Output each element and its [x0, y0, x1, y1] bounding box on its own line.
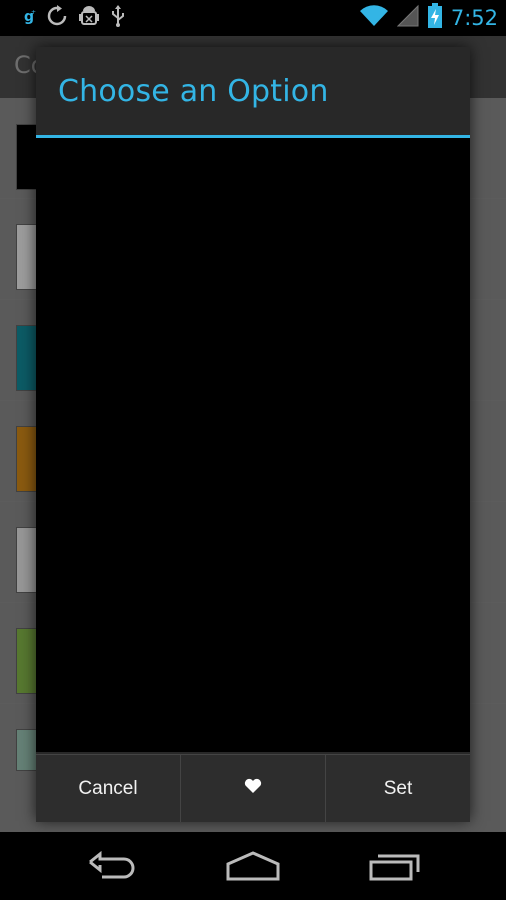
sync-icon: [46, 5, 68, 31]
battery-charging-icon: [427, 3, 443, 33]
set-button-label: Set: [383, 777, 413, 799]
navigation-bar: [0, 832, 506, 900]
home-icon[interactable]: [225, 850, 281, 886]
heart-icon: [244, 778, 262, 800]
set-button[interactable]: Set: [326, 755, 470, 822]
choose-option-dialog: Choose an Option Cancel Set: [36, 47, 470, 822]
notification-icons: g +: [22, 4, 126, 32]
svg-text:+: +: [31, 9, 36, 16]
cancel-button-label: Cancel: [78, 777, 138, 799]
wifi-icon: [359, 4, 389, 32]
dialog-title: Choose an Option: [58, 74, 329, 109]
cancel-button[interactable]: Cancel: [36, 755, 181, 822]
dialog-content-area: [36, 138, 470, 752]
system-icons: 7:52: [359, 2, 498, 34]
dialog-header: Choose an Option: [36, 47, 470, 135]
recent-apps-icon[interactable]: [368, 850, 422, 886]
status-bar: g + 7:52: [0, 0, 506, 36]
signal-icon: [396, 4, 419, 32]
favorite-button[interactable]: [181, 755, 326, 822]
back-icon[interactable]: [86, 850, 138, 886]
google-g-icon: g +: [22, 6, 36, 30]
usb-icon: [110, 4, 126, 32]
status-clock: 7:52: [450, 6, 498, 30]
dialog-button-bar: Cancel Set: [36, 754, 470, 822]
android-debug-icon: [78, 4, 100, 32]
